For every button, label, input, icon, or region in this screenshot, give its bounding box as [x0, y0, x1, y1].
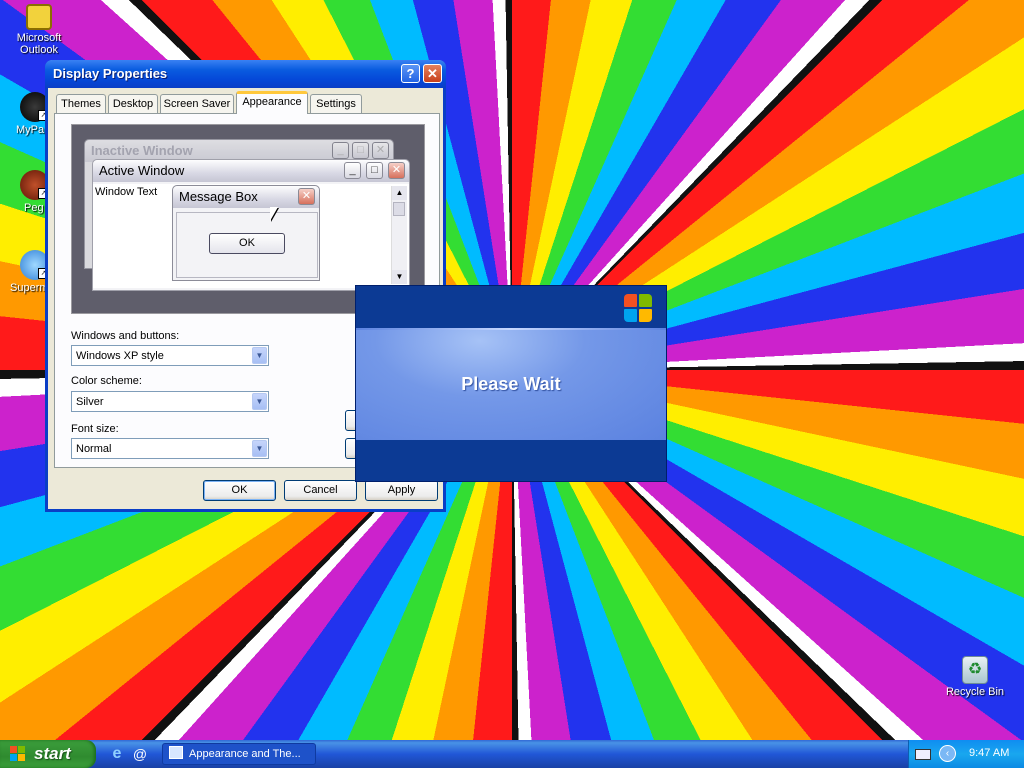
- inactive-window-title: Inactive Window: [91, 143, 193, 158]
- desktop-icon-outlook[interactable]: Microsoft Outlook: [8, 4, 70, 56]
- desktop-icon-recycle-bin[interactable]: ♻ Recycle Bin: [944, 656, 1006, 698]
- font-size-select[interactable]: Normal ▼: [71, 438, 269, 459]
- desktop-icon-label: Recycle Bin: [945, 686, 1005, 698]
- close-icon: ✕: [298, 188, 315, 205]
- font-size-label: Font size:: [71, 423, 119, 435]
- windows-logo-icon: [10, 746, 26, 762]
- close-icon: ✕: [388, 162, 405, 179]
- ok-button[interactable]: OK: [203, 480, 276, 501]
- start-label: start: [34, 744, 71, 763]
- tray-expand-icon[interactable]: ‹: [939, 745, 956, 762]
- preview-scrollbar: ▲ ▼: [391, 186, 407, 284]
- mouse-cursor-icon: [270, 207, 278, 221]
- please-wait-center: Please Wait: [356, 330, 666, 440]
- chevron-down-icon[interactable]: ▼: [252, 347, 267, 364]
- tab-screen-saver[interactable]: Screen Saver: [160, 94, 234, 113]
- select-value: Windows XP style: [76, 350, 164, 362]
- cancel-button[interactable]: Cancel: [284, 480, 357, 501]
- title-bar[interactable]: Display Properties ? ✕: [45, 60, 446, 88]
- start-button[interactable]: start: [0, 740, 96, 768]
- please-wait-top-band: [356, 286, 666, 328]
- keyboard-icon[interactable]: [915, 749, 931, 760]
- select-value: Normal: [76, 443, 112, 455]
- message-box-body: OK: [176, 212, 318, 278]
- maximize-icon: □: [352, 142, 369, 159]
- message-box-title: Message Box: [179, 189, 258, 204]
- recycle-bin-icon: ♻: [962, 656, 988, 684]
- desktop-background[interactable]: Microsoft Outlook ↗ MyPa ↗ Peg ↗ Superm …: [0, 0, 1024, 740]
- chevron-down-icon[interactable]: ▼: [252, 393, 267, 410]
- window-text: Window Text: [95, 186, 158, 198]
- window-title: Display Properties: [53, 66, 168, 81]
- taskbar-item-label: Appearance and The...: [189, 748, 301, 760]
- chevron-down-icon[interactable]: ▼: [252, 440, 267, 457]
- help-button[interactable]: ?: [401, 64, 420, 83]
- taskbar-item-appearance[interactable]: Appearance and The...: [162, 743, 316, 765]
- scroll-down-icon: ▼: [392, 270, 407, 284]
- minimize-icon: _: [344, 162, 361, 179]
- email-quicklaunch-icon[interactable]: @: [131, 745, 149, 763]
- system-tray: ‹ 9:47 AM: [908, 740, 1024, 768]
- windows-buttons-select[interactable]: Windows XP style ▼: [71, 345, 269, 366]
- desktop-icon-label: Microsoft Outlook: [16, 32, 62, 56]
- windows-logo-icon: [624, 294, 652, 322]
- clock[interactable]: 9:47 AM: [969, 747, 1009, 759]
- outlook-icon: [26, 4, 52, 30]
- color-scheme-select[interactable]: Silver ▼: [71, 391, 269, 412]
- please-wait-message: Please Wait: [461, 374, 561, 394]
- taskbar: start e @ Appearance and The... ‹ 9:47 A…: [0, 740, 1024, 768]
- scroll-thumb: [393, 202, 405, 216]
- display-properties-icon: [169, 746, 183, 759]
- tab-settings[interactable]: Settings: [310, 94, 362, 113]
- select-value: Silver: [76, 396, 104, 408]
- close-icon: ✕: [372, 142, 389, 159]
- active-window-title: Active Window: [99, 163, 185, 178]
- minimize-icon: _: [332, 142, 349, 159]
- scroll-up-icon: ▲: [392, 186, 407, 200]
- message-box-ok-button[interactable]: OK: [209, 233, 285, 254]
- tab-appearance[interactable]: Appearance: [236, 91, 308, 114]
- color-scheme-label: Color scheme:: [71, 375, 142, 387]
- close-button[interactable]: ✕: [423, 64, 442, 83]
- please-wait-dialog: Please Wait: [355, 285, 667, 482]
- maximize-icon: □: [366, 162, 383, 179]
- tab-desktop[interactable]: Desktop: [108, 94, 158, 113]
- tab-themes[interactable]: Themes: [56, 94, 106, 113]
- apply-button[interactable]: Apply: [365, 480, 438, 501]
- windows-buttons-label: Windows and buttons:: [71, 330, 180, 342]
- preview-message-box: Message Box ✕ OK: [172, 185, 320, 281]
- ie-quicklaunch-icon[interactable]: e: [108, 745, 126, 763]
